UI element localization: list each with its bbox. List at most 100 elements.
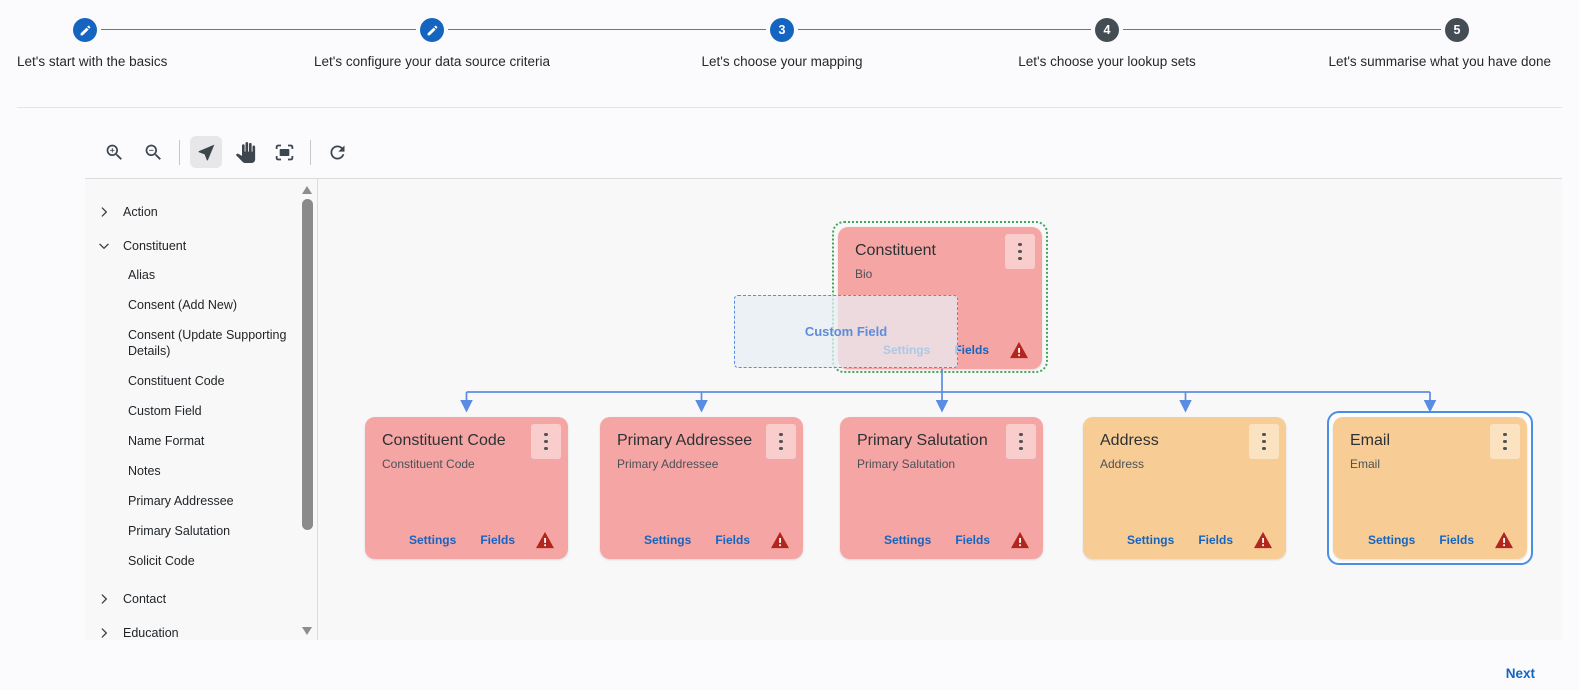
step-number: 4 <box>1104 23 1111 37</box>
tree-item-primary-addressee[interactable]: Primary Addressee <box>128 492 293 509</box>
edit-icon <box>79 24 92 37</box>
toolbar-divider <box>310 140 311 165</box>
step-1-circle[interactable] <box>73 18 97 42</box>
header-divider <box>17 107 1562 108</box>
hand-icon <box>235 142 256 163</box>
tree-item-consent-update[interactable]: Consent (Update Supporting Details) <box>128 326 293 359</box>
kebab-menu-icon[interactable] <box>766 424 796 459</box>
warning-icon <box>1009 341 1029 359</box>
kebab-menu-icon[interactable] <box>1249 424 1279 459</box>
edit-icon <box>426 24 439 37</box>
step-4-label: Let's choose your lookup sets <box>1018 54 1195 69</box>
refresh-button[interactable] <box>321 136 353 168</box>
kebab-menu-icon[interactable] <box>1005 234 1035 269</box>
kebab-menu-icon[interactable] <box>1490 424 1520 459</box>
source-tree-panel: Action Constituent Alias Consent (Add Ne… <box>85 179 318 640</box>
drag-ghost-label: Custom Field <box>805 324 887 339</box>
node-primary-addressee[interactable]: Primary Addressee Primary Addressee Sett… <box>600 417 803 559</box>
stepper-connector <box>448 29 766 30</box>
stepper-connector <box>798 29 1091 30</box>
step-2-circle[interactable] <box>420 18 444 42</box>
settings-link[interactable]: Settings <box>1368 533 1415 547</box>
fit-view-button[interactable] <box>268 136 300 168</box>
zoom-in-icon <box>104 142 125 163</box>
tree-item-solicit-code[interactable]: Solicit Code <box>128 552 293 569</box>
step-3-circle[interactable]: 3 <box>770 18 794 42</box>
step-2-label: Let's configure your data source criteri… <box>314 54 550 69</box>
warning-icon <box>1253 531 1273 549</box>
node-subtitle: Primary Salutation <box>857 457 1043 471</box>
fields-link[interactable]: Fields <box>715 533 750 547</box>
tree-group-label: Education <box>123 626 179 640</box>
node-subtitle: Bio <box>855 267 1042 281</box>
cursor-arrow-icon <box>196 142 217 163</box>
stepper-connector <box>1123 29 1441 30</box>
refresh-icon <box>327 142 348 163</box>
chevron-down-icon <box>97 239 111 253</box>
fit-screen-icon <box>274 142 295 163</box>
chevron-right-icon <box>97 592 111 606</box>
node-email[interactable]: Email Email Settings Fields <box>1333 417 1527 559</box>
zoom-out-button[interactable] <box>137 136 169 168</box>
node-constituent-code[interactable]: Constituent Code Constituent Code Settin… <box>365 417 568 559</box>
canvas-toolbar <box>98 136 353 168</box>
tree-item-constituent-code[interactable]: Constituent Code <box>128 372 293 389</box>
tree-item-alias[interactable]: Alias <box>128 266 293 283</box>
tree-group-education[interactable]: Education <box>97 616 293 640</box>
scroll-up-arrow[interactable] <box>302 186 312 194</box>
chevron-right-icon <box>97 205 111 219</box>
chevron-right-icon <box>97 626 111 640</box>
select-navigate-button[interactable] <box>190 136 222 168</box>
pan-button[interactable] <box>229 136 261 168</box>
zoom-in-button[interactable] <box>98 136 130 168</box>
sidebar-scrollbar[interactable] <box>301 183 314 637</box>
node-subtitle: Email <box>1350 457 1527 471</box>
node-subtitle: Address <box>1100 457 1286 471</box>
kebab-menu-icon[interactable] <box>1006 424 1036 459</box>
tree-children: Alias Consent (Add New) Consent (Update … <box>128 266 293 569</box>
source-tree: Action Constituent Alias Consent (Add Ne… <box>85 179 317 640</box>
fields-link[interactable]: Fields <box>480 533 515 547</box>
tree-group-constituent[interactable]: Constituent <box>97 229 293 263</box>
next-button[interactable]: Next <box>1506 666 1535 681</box>
warning-icon <box>1010 531 1030 549</box>
settings-link[interactable]: Settings <box>644 533 691 547</box>
tree-group-action[interactable]: Action <box>97 195 293 229</box>
step-5-circle[interactable]: 5 <box>1445 18 1469 42</box>
settings-link[interactable]: Settings <box>1127 533 1174 547</box>
mapping-canvas[interactable]: Constituent Bio Settings Fields Custom F… <box>318 179 1562 640</box>
scroll-down-arrow[interactable] <box>302 627 312 635</box>
step-5-label: Let's summarise what you have done <box>1329 54 1551 69</box>
mapping-workspace: Action Constituent Alias Consent (Add Ne… <box>85 178 1562 640</box>
zoom-out-icon <box>143 142 164 163</box>
tree-item-custom-field[interactable]: Custom Field <box>128 402 293 419</box>
tree-group-label: Contact <box>123 592 166 606</box>
toolbar-divider <box>179 140 180 165</box>
warning-icon <box>1494 531 1514 549</box>
tree-group-contact[interactable]: Contact <box>97 582 293 616</box>
kebab-menu-icon[interactable] <box>531 424 561 459</box>
node-primary-salutation[interactable]: Primary Salutation Primary Salutation Se… <box>840 417 1043 559</box>
scrollbar-thumb[interactable] <box>302 199 313 530</box>
tree-item-name-format[interactable]: Name Format <box>128 432 293 449</box>
fields-link[interactable]: Fields <box>954 343 989 357</box>
fields-link[interactable]: Fields <box>955 533 990 547</box>
fields-link[interactable]: Fields <box>1439 533 1474 547</box>
step-1-label: Let's start with the basics <box>17 54 167 69</box>
fields-link[interactable]: Fields <box>1198 533 1233 547</box>
tree-item-consent-add-new[interactable]: Consent (Add New) <box>128 296 293 313</box>
warning-icon <box>770 531 790 549</box>
node-subtitle: Primary Addressee <box>617 457 803 471</box>
settings-link[interactable]: Settings <box>409 533 456 547</box>
tree-item-notes[interactable]: Notes <box>128 462 293 479</box>
tree-group-label: Action <box>123 205 158 219</box>
step-number: 3 <box>779 23 786 37</box>
node-subtitle: Constituent Code <box>382 457 568 471</box>
tree-group-label: Constituent <box>123 239 186 253</box>
drag-ghost-custom-field[interactable]: Custom Field <box>734 295 958 368</box>
stepper-connector <box>101 29 416 30</box>
step-4-circle[interactable]: 4 <box>1095 18 1119 42</box>
settings-link[interactable]: Settings <box>884 533 931 547</box>
tree-item-primary-salutation[interactable]: Primary Salutation <box>128 522 293 539</box>
node-address[interactable]: Address Address Settings Fields <box>1083 417 1286 559</box>
